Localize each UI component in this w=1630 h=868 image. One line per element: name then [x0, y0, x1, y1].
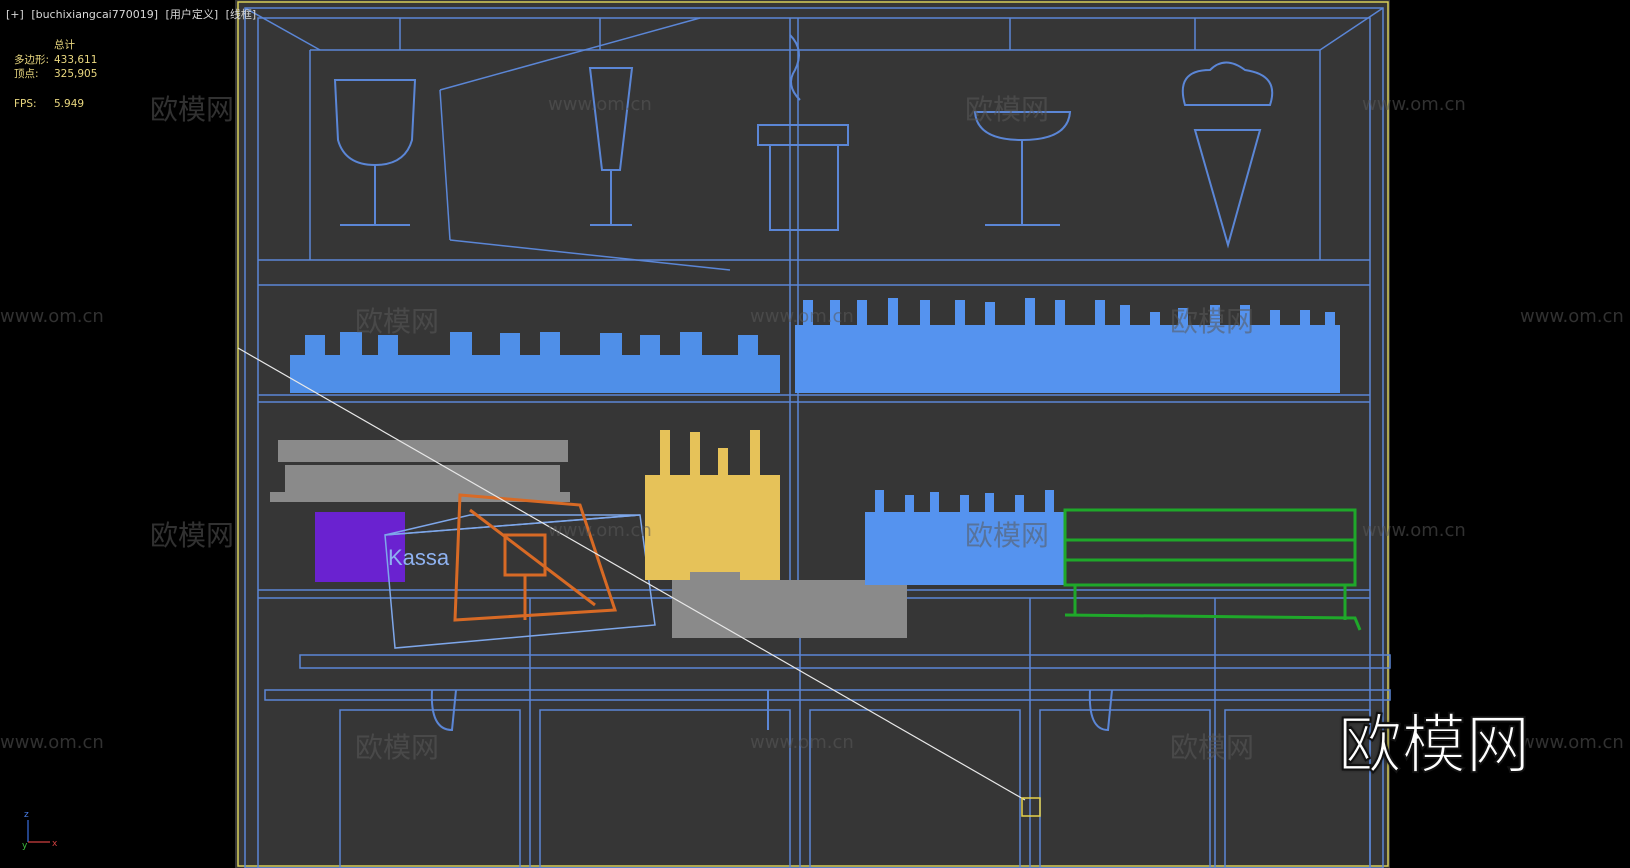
viewport-shading-mode[interactable]: [线框] [226, 8, 257, 21]
viewport[interactable]: Kassa z y x 欧模网 www.om.cn 欧模网 www.om.cn … [0, 0, 1630, 868]
axis-y-label: y [22, 841, 28, 851]
stats-overlay: 总计 多边形: 433,611 顶点: 325,905 FPS: 5.949 [14, 38, 97, 111]
viewport-menu-plus[interactable]: [+] [6, 8, 24, 21]
fps-value: 5.949 [54, 97, 85, 110]
axis-z-label: z [24, 810, 29, 820]
stats-title: 总计 [54, 39, 75, 51]
vertices-value: 325,905 [54, 68, 98, 80]
viewport-label: [+] [buchixiangcai770019] [用户定义] [线框] [6, 6, 260, 22]
polygons-value: 433,611 [54, 53, 98, 66]
fps-label: FPS: [14, 97, 37, 110]
vertices-label: 顶点: [14, 68, 39, 80]
kassa-text: Kassa [388, 545, 450, 570]
axis-x-label: x [52, 839, 58, 849]
viewport-camera-name[interactable]: [buchixiangcai770019] [31, 8, 158, 21]
polygons-label: 多边形: [14, 53, 50, 66]
viewport-view-mode[interactable]: [用户定义] [166, 8, 219, 21]
brand-logo: 欧模网 [1337, 708, 1531, 784]
axis-gizmo: z y x [22, 810, 58, 851]
grey-appliance-left [270, 440, 570, 502]
